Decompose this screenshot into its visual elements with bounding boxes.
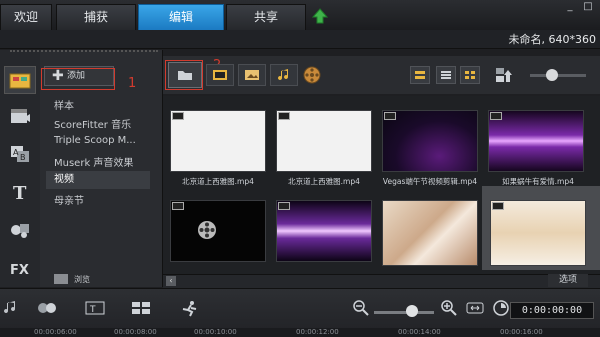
video-badge-icon	[492, 202, 504, 210]
svg-text:B: B	[20, 153, 26, 162]
browse-icon[interactable]	[54, 274, 68, 284]
dual-circle-icon[interactable]	[36, 298, 58, 318]
title-t-icon: T	[13, 183, 27, 201]
svg-text:A: A	[13, 148, 19, 157]
annotation-label-1: 1	[128, 76, 137, 91]
transition-button[interactable]: AB	[4, 140, 36, 168]
library-status-bar	[163, 274, 600, 288]
view-grid-button[interactable]	[460, 66, 480, 84]
ruler-tick-label: 00:00:16:00	[500, 328, 543, 336]
video-badge-icon	[172, 202, 184, 210]
zoom-in-icon[interactable]	[438, 298, 460, 318]
list-view-icon	[441, 71, 451, 79]
library-item-mothers-day[interactable]: 母亲节	[54, 192, 84, 207]
grid-view-icon	[465, 71, 475, 79]
filter-button[interactable]: FX	[4, 254, 36, 282]
show-audio-button[interactable]	[270, 64, 298, 86]
ruler-tick-label: 00:00:08:00	[114, 328, 157, 336]
timecode-display[interactable]: 0:00:00:00	[510, 302, 594, 319]
tab-share[interactable]: 共享	[226, 4, 306, 30]
library-item-triplescoop[interactable]: Triple Scoop M...	[54, 135, 136, 146]
instant-project-button[interactable]	[4, 102, 36, 130]
video-badge-icon	[490, 112, 502, 120]
svg-text:T: T	[13, 183, 27, 201]
scroll-left-arrow[interactable]: ‹	[166, 276, 176, 286]
video-badge-icon	[384, 112, 396, 120]
browse-label[interactable]: 浏览	[74, 274, 174, 286]
ruler-tick-label: 00:00:10:00	[194, 328, 237, 336]
panel-divider	[10, 50, 158, 58]
options-button[interactable]: 选项	[548, 274, 588, 287]
storyboard-icon[interactable]	[130, 298, 152, 318]
clapper-icon	[11, 109, 30, 123]
tab-capture[interactable]: 捕获	[56, 4, 136, 30]
thumbnail-2[interactable]	[276, 110, 372, 172]
sort-icon	[496, 68, 512, 82]
library-item-muserk[interactable]: Muserk 声音效果	[54, 154, 133, 169]
thumbnail-5[interactable]	[170, 200, 266, 262]
photo-filter-icon	[245, 70, 259, 80]
fit-project-icon[interactable]	[464, 298, 486, 318]
audio-filter-icon	[278, 69, 289, 81]
thumbnail-caption-3: Vegas端午节视频剪辑.mp4	[382, 177, 478, 186]
thumbnail-6[interactable]	[276, 200, 372, 262]
show-photos-button[interactable]	[238, 64, 266, 86]
thumbnail-size-slider[interactable]	[530, 74, 586, 77]
upload-arrow-icon[interactable]	[311, 8, 329, 24]
svg-text:T: T	[89, 305, 96, 315]
music-note-icon[interactable]	[0, 298, 22, 318]
zoom-out-icon[interactable]	[350, 298, 372, 318]
thumbnail-size-slider-knob[interactable]	[546, 69, 558, 81]
view-thumbnail-button[interactable]	[410, 66, 430, 84]
minimize-button[interactable]: _	[563, 2, 577, 13]
thumbnail-1[interactable]	[170, 110, 266, 172]
title-editor-icon[interactable]: T	[84, 298, 106, 318]
video-filter-icon	[213, 70, 227, 80]
ruler-tick-label: 00:00:14:00	[398, 328, 441, 336]
library-item-video[interactable]: 视频	[46, 171, 150, 189]
library-item-sample[interactable]: 样本	[54, 97, 74, 112]
video-badge-icon	[278, 112, 290, 120]
show-videos-button[interactable]	[206, 64, 234, 86]
media-library-button[interactable]	[4, 66, 36, 94]
video-badge-icon	[278, 202, 290, 210]
graphic-shapes-icon	[11, 224, 29, 238]
tab-welcome[interactable]: 欢迎	[0, 4, 52, 30]
title-button[interactable]: T	[4, 178, 36, 206]
ruler-tick-label: 00:00:06:00	[34, 328, 77, 336]
zoom-slider-knob[interactable]	[406, 305, 418, 317]
ab-transition-icon: AB	[11, 146, 29, 162]
project-duration-icon[interactable]	[490, 298, 512, 318]
project-title: 未命名, 640*360	[508, 33, 596, 46]
video-badge-icon	[172, 112, 184, 120]
thumbnail-caption-1: 北京道上西雅图.mp4	[182, 177, 254, 186]
svg-text:FX: FX	[10, 263, 29, 277]
tab-edit[interactable]: 编辑	[138, 4, 224, 30]
graphic-button[interactable]	[4, 216, 36, 244]
view-list-button[interactable]	[436, 66, 456, 84]
annotation-box-1	[41, 68, 115, 90]
thumbnail-4[interactable]	[488, 110, 584, 172]
reel-button[interactable]	[303, 66, 321, 84]
maximize-button[interactable]: □	[581, 2, 595, 13]
zoom-slider[interactable]	[374, 311, 434, 314]
media-icon	[9, 73, 31, 89]
thumbnail-8[interactable]	[490, 200, 586, 266]
ruler-tick-label: 00:00:12:00	[296, 328, 339, 336]
thumbnail-7[interactable]	[382, 200, 478, 266]
annotation-box-2	[165, 60, 203, 90]
sort-button[interactable]	[494, 66, 514, 84]
thumbnail-caption-2: 北京道上西雅图.mp4	[288, 177, 360, 186]
library-item-scorefitter[interactable]: ScoreFitter 音乐	[54, 116, 131, 131]
reel-icon	[303, 66, 321, 84]
thumbnail-3[interactable]	[382, 110, 478, 172]
film-reel-icon	[197, 220, 217, 240]
motion-track-icon[interactable]	[178, 298, 200, 318]
thumbnail-view-icon	[415, 71, 425, 79]
fx-icon: FX	[10, 263, 29, 277]
